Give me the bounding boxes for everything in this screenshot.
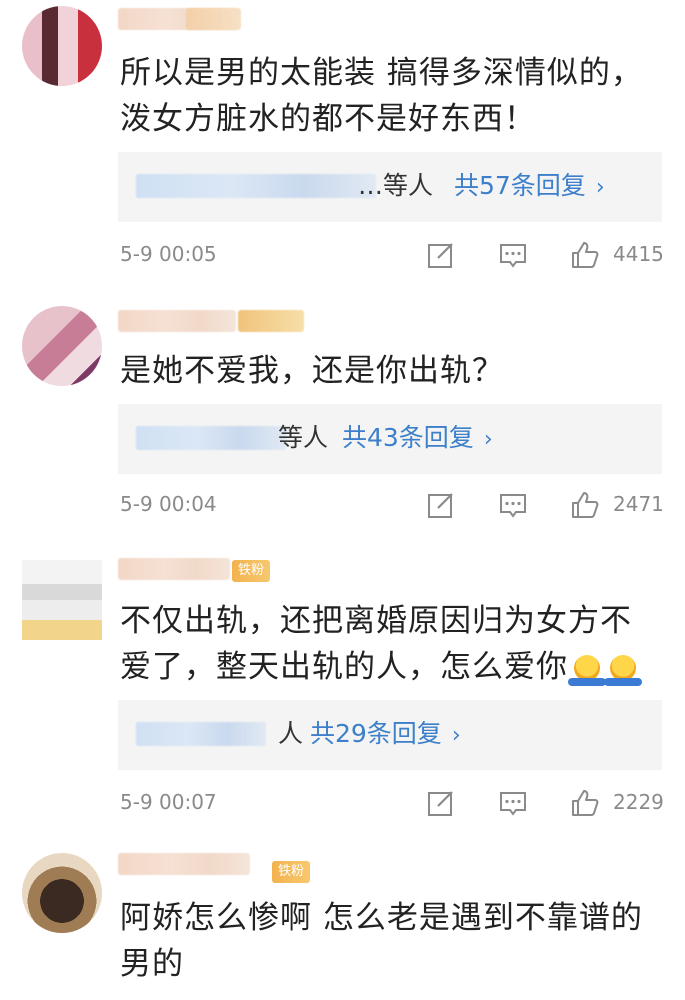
reply-names-blurred	[136, 426, 286, 450]
fan-badge-label: 铁粉	[238, 563, 265, 578]
reply-suffix: 人	[278, 719, 304, 748]
like-count: 2229	[613, 790, 664, 814]
username-blurred[interactable]	[118, 310, 236, 332]
fan-badge-label: 铁粉	[278, 864, 305, 879]
comment-icon[interactable]	[498, 490, 528, 520]
fan-badge: 铁粉	[232, 560, 271, 582]
chevron-right-icon: ›	[451, 723, 461, 748]
chevron-right-icon: ›	[483, 427, 493, 452]
view-replies-link[interactable]: 共29条回复 ›	[310, 717, 461, 753]
user-badge-blurred	[238, 310, 304, 332]
username-blurred[interactable]	[118, 558, 230, 580]
user-badge-blurred	[186, 8, 241, 30]
comment-text-line: 男的	[120, 946, 184, 982]
reply-suffix: …等人	[358, 171, 434, 200]
comment-text: 不仅出轨，还把离婚原因归为女方不 爱了，整天出轨的人，怎么爱你	[120, 598, 660, 690]
thumbs-up-icon[interactable]	[570, 490, 600, 520]
comment-text-line: 不仅出轨，还把离婚原因归为女方不	[120, 603, 632, 639]
reply-preview[interactable]: 人 共29条回复 ›	[118, 700, 662, 770]
avatar[interactable]	[22, 853, 102, 933]
reply-names-blurred	[136, 722, 266, 746]
comment-text-span: 爱了，整天出轨的人，怎么爱你	[120, 649, 568, 685]
shrug-emoji-icon	[568, 655, 606, 686]
timestamp: 5-9 00:04	[120, 492, 217, 516]
username-blurred[interactable]	[118, 853, 250, 875]
chevron-right-icon: ›	[595, 175, 605, 200]
comment-meta: 5-9 00:07 2229	[120, 788, 665, 818]
comment-icon[interactable]	[498, 240, 528, 270]
avatar[interactable]	[22, 560, 102, 640]
thumbs-up-icon[interactable]	[570, 240, 600, 270]
reply-count-label: 共57条回复	[454, 171, 586, 200]
reply-names-blurred	[136, 174, 376, 198]
timestamp: 5-9 00:05	[120, 242, 217, 266]
comment-meta: 5-9 00:04 2471	[120, 490, 665, 520]
avatar[interactable]	[22, 306, 102, 386]
view-replies-link[interactable]: 共43条回复 ›	[342, 421, 493, 457]
avatar[interactable]	[22, 6, 102, 86]
comment-text-line: 泼女方脏水的都不是好东西！	[120, 101, 536, 137]
comment-text-line: 阿娇怎么惨啊 怎么老是遇到不靠谱的	[120, 900, 643, 936]
shrug-emoji-icon	[604, 655, 642, 686]
comment-text-line: 爱了，整天出轨的人，怎么爱你	[120, 644, 660, 690]
reply-suffix: 等人	[278, 423, 329, 452]
thumbs-up-icon[interactable]	[570, 788, 600, 818]
edit-icon[interactable]	[426, 788, 456, 818]
fan-badge: 铁粉	[272, 861, 311, 883]
comment-text: 是她不爱我，还是你出轨？	[120, 348, 660, 394]
comment-meta: 5-9 00:05 4415	[120, 240, 665, 270]
reply-count-label: 共43条回复	[342, 423, 474, 452]
edit-icon[interactable]	[426, 490, 456, 520]
view-replies-link[interactable]: 共57条回复 ›	[454, 169, 605, 205]
timestamp: 5-9 00:07	[120, 790, 217, 814]
comment-icon[interactable]	[498, 788, 528, 818]
edit-icon[interactable]	[426, 240, 456, 270]
reply-preview[interactable]: …等人 共57条回复 ›	[118, 152, 662, 222]
like-count: 2471	[613, 492, 664, 516]
comment-text: 所以是男的太能装 搞得多深情似的， 泼女方脏水的都不是好东西！	[120, 50, 660, 142]
comment-text-line: 所以是男的太能装 搞得多深情似的，	[120, 55, 643, 91]
like-count: 4415	[613, 242, 664, 266]
comment-text-line: 是她不爱我，还是你出轨？	[120, 353, 504, 389]
comment-text: 阿娇怎么惨啊 怎么老是遇到不靠谱的 男的	[120, 895, 660, 987]
reply-preview[interactable]: 等人 共43条回复 ›	[118, 404, 662, 474]
reply-count-label: 共29条回复	[310, 719, 442, 748]
